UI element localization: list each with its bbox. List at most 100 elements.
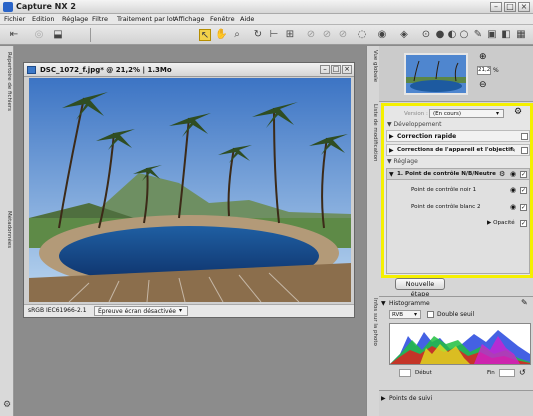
- step-visibility-icon[interactable]: ◉: [510, 170, 516, 178]
- hand-icon[interactable]: ✋: [215, 29, 227, 41]
- histogram-graph: [390, 330, 530, 364]
- camera-lens-checkbox[interactable]: [521, 147, 528, 154]
- quick-fix-row[interactable]: ▶ Correction rapide: [386, 130, 530, 142]
- step-header[interactable]: ▼ 1. Point de contrôle N/B/Neutre ⚙ ◉ ✓: [387, 169, 529, 180]
- black-point-label: Point de contrôle noir 1: [411, 187, 477, 193]
- menu-traitement-par-lot[interactable]: Traitement par lot: [117, 15, 175, 23]
- image-title: DSC_1072_f.jpg* @ 21,2% | 1.3Mo: [40, 66, 172, 74]
- edit-options-icon[interactable]: ⚙: [514, 107, 522, 117]
- neutral-point-icon[interactable]: ◐: [446, 29, 458, 41]
- image-maximize-button[interactable]: □: [331, 65, 341, 74]
- camera-lens-row[interactable]: ▶ Corrections de l'appareil et l'objecti…: [386, 144, 530, 156]
- menu-affichage[interactable]: Affichage: [174, 15, 205, 23]
- window-title: Capture NX 2: [16, 2, 76, 11]
- zoom-in-icon[interactable]: ⊕: [479, 52, 487, 62]
- menu-edition[interactable]: Edition: [32, 15, 55, 23]
- zoom-value-field[interactable]: 21,2: [477, 66, 491, 75]
- expand-arrow-icon[interactable]: ▶: [381, 395, 386, 402]
- menu-fenetre[interactable]: Fenêtre: [210, 15, 235, 23]
- tab-photo-info[interactable]: Infos sur la photo: [368, 298, 378, 358]
- settings-icon[interactable]: ⚙: [2, 400, 12, 410]
- double-threshold-label: Double seuil: [437, 311, 475, 318]
- histogram-chart[interactable]: [389, 323, 531, 365]
- white-point-icon[interactable]: ○: [458, 29, 470, 41]
- zoom-unit: %: [493, 67, 499, 74]
- adjustments-header[interactable]: ▼ Réglage: [387, 158, 527, 165]
- straighten-icon[interactable]: ⊢: [268, 29, 280, 41]
- zoom-icon[interactable]: ⌕: [231, 29, 243, 41]
- gradient-icon[interactable]: ▣: [486, 29, 498, 41]
- tab-edit-list[interactable]: Liste de modification: [368, 104, 378, 194]
- select-arrow-icon[interactable]: ↖: [199, 29, 211, 41]
- image-status-bar: sRGB IEC61966-2.1 Épreuve écran désactiv…: [24, 304, 354, 317]
- end-value-field[interactable]: [499, 369, 515, 377]
- image-window-titlebar[interactable]: DSC_1072_f.jpg* @ 21,2% | 1.3Mo – □ ×: [24, 63, 354, 77]
- double-threshold-checkbox[interactable]: [427, 311, 434, 318]
- follow-points-label: Points de suivi: [389, 395, 433, 402]
- auto-retouch-icon[interactable]: ⊘: [321, 29, 333, 41]
- brush-icon[interactable]: ✎: [472, 29, 484, 41]
- camera-icon[interactable]: ◎: [33, 29, 45, 41]
- eye-icon[interactable]: ◉: [376, 29, 388, 41]
- image-close-button[interactable]: ×: [342, 65, 352, 74]
- navigator-thumbnail[interactable]: [404, 53, 468, 95]
- channel-dropdown[interactable]: RVB ▾: [389, 310, 421, 319]
- minimize-button[interactable]: –: [490, 2, 502, 12]
- black-point-icon[interactable]: ●: [434, 29, 446, 41]
- tag-icon[interactable]: ◈: [398, 29, 410, 41]
- menu-filtre[interactable]: Filtre: [92, 15, 108, 23]
- menu-fichier[interactable]: Fichier: [4, 15, 25, 23]
- color-profile-label: sRGB IEC61966-2.1: [28, 307, 87, 314]
- zoom-out-icon[interactable]: ⊖: [479, 80, 487, 90]
- tab-file-browser[interactable]: Répertoire de fichiers: [2, 52, 12, 142]
- opacity-label: Opacité: [493, 220, 515, 226]
- tab-metadata[interactable]: Métadonnées: [2, 211, 12, 271]
- opacity-row[interactable]: ▶ Opacité: [487, 220, 515, 226]
- white-point-checkbox[interactable]: ✓: [520, 204, 527, 211]
- black-point-checkbox[interactable]: ✓: [520, 187, 527, 194]
- red-eye-icon[interactable]: ⊘: [305, 29, 317, 41]
- chevron-down-icon: ▾: [414, 311, 418, 318]
- reset-icon[interactable]: ↺: [519, 368, 526, 377]
- browse-icon[interactable]: ⇤: [8, 29, 20, 41]
- new-step-button[interactable]: Nouvelle étape: [395, 278, 445, 298]
- channel-value: RVB: [392, 312, 404, 318]
- thumbnail-image: [406, 55, 466, 93]
- white-point-visibility-icon[interactable]: ◉: [510, 203, 516, 211]
- control-point-icon[interactable]: ⊙: [420, 29, 432, 41]
- version-dropdown[interactable]: (En cours) ▾: [429, 109, 504, 118]
- step-checkbox[interactable]: ✓: [520, 171, 527, 178]
- edit-list-panel: Version : (En cours) ▾ ⚙ ▼ Développement…: [381, 103, 533, 278]
- opacity-checkbox[interactable]: ✓: [520, 220, 527, 227]
- quick-fix-checkbox[interactable]: [521, 133, 528, 140]
- step-options-icon[interactable]: ⚙: [499, 170, 505, 178]
- black-point-visibility-icon[interactable]: ◉: [510, 186, 516, 194]
- start-value-field[interactable]: [399, 369, 411, 377]
- image-minimize-button[interactable]: –: [320, 65, 330, 74]
- rotate-icon[interactable]: ↻: [252, 29, 264, 41]
- histogram-panel: ▼ Histogramme ✎ RVB ▾ Double seuil Début: [379, 296, 533, 388]
- development-header[interactable]: ▼ Développement: [387, 121, 527, 128]
- tab-navigator[interactable]: Vue globale: [368, 50, 378, 100]
- grid-icon[interactable]: ▦: [515, 29, 527, 41]
- wrench-icon[interactable]: ✎: [510, 146, 516, 154]
- save-icon[interactable]: ⬓: [52, 29, 64, 41]
- expand-arrow-icon: ▶: [389, 133, 394, 140]
- retouch-icon[interactable]: ⊘: [337, 29, 349, 41]
- photo-canvas[interactable]: [29, 78, 351, 302]
- control-point-step: ▼ 1. Point de contrôle N/B/Neutre ⚙ ◉ ✓ …: [386, 168, 530, 274]
- expand-arrow-icon: ▶: [389, 147, 394, 154]
- menu-reglage[interactable]: Réglage: [62, 15, 88, 23]
- development-label: Développement: [393, 121, 442, 128]
- close-button[interactable]: ×: [518, 2, 530, 12]
- histogram-eyedropper-icon[interactable]: ✎: [521, 298, 528, 307]
- crop-icon[interactable]: ⊞: [284, 29, 296, 41]
- menu-aide[interactable]: Aide: [240, 15, 254, 23]
- soft-proof-dropdown[interactable]: Épreuve écran désactivée ▾: [94, 306, 188, 316]
- maximize-button[interactable]: □: [504, 2, 516, 12]
- collapse-arrow-icon[interactable]: ▼: [381, 300, 386, 307]
- follow-points-panel: ▶ Points de suivi: [379, 390, 533, 416]
- fill-icon[interactable]: ◧: [500, 29, 512, 41]
- quick-fix-label: Correction rapide: [397, 133, 457, 140]
- lasso-icon[interactable]: ◌: [356, 29, 368, 41]
